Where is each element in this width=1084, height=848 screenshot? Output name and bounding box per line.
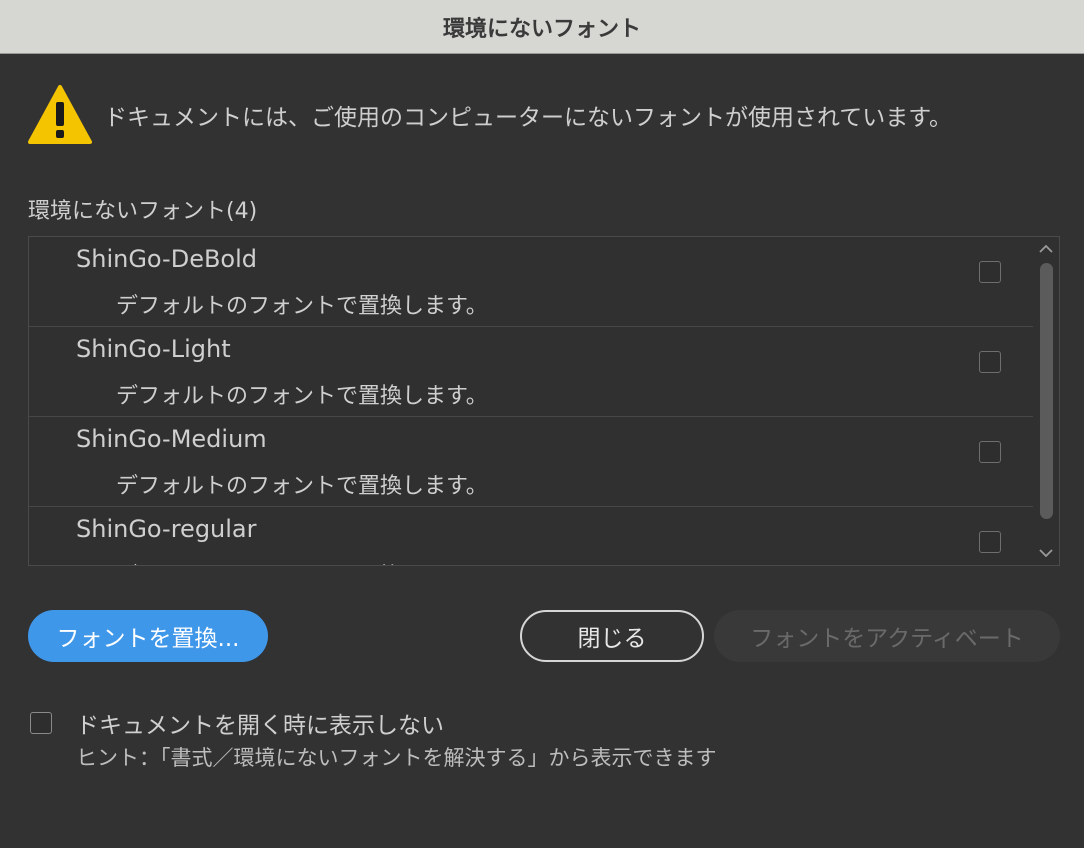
warning-triangle-icon (28, 85, 92, 144)
title-bar[interactable]: 環境にないフォント (0, 0, 1084, 54)
dont-show-label: ドキュメントを開く時に表示しない (76, 713, 444, 739)
font-replace-action: デフォルトのフォントで置換します。 (116, 558, 488, 565)
font-row[interactable]: ShinGo-Medium デフォルトのフォントで置換します。 (29, 417, 1034, 507)
font-name: ShinGo-Light (76, 335, 231, 363)
font-replace-action: デフォルトのフォントで置換します。 (116, 294, 488, 319)
font-name: ShinGo-regular (76, 515, 257, 543)
dont-show-on-open-option[interactable]: ドキュメントを開く時に表示しない (30, 706, 444, 740)
missing-fonts-list[interactable]: ShinGo-DeBold デフォルトのフォントで置換します。 ShinGo-L… (28, 236, 1060, 566)
font-replace-action: デフォルトのフォントで置換します。 (116, 384, 488, 409)
close-button[interactable]: 閉じる (520, 610, 704, 662)
font-row-checkbox[interactable] (979, 531, 1001, 553)
missing-fonts-label: 環境にないフォント(4) (28, 199, 258, 224)
activate-fonts-button[interactable]: フォントをアクティベート (714, 610, 1060, 662)
hint-text: ヒント：「書式／環境にないフォントを解決する」から表示できます (76, 746, 717, 770)
font-row-checkbox[interactable] (979, 351, 1001, 373)
replace-font-button[interactable]: フォントを置換... (28, 610, 268, 662)
warning-message-row: ドキュメントには、ご使用のコンピューターにないフォントが使用されています。 (28, 84, 1068, 146)
font-row[interactable]: ShinGo-regular デフォルトのフォントで置換します。 (29, 507, 1034, 565)
scroll-down-icon[interactable] (1033, 543, 1059, 563)
font-replace-action: デフォルトのフォントで置換します。 (116, 474, 488, 499)
list-scrollbar[interactable] (1033, 237, 1059, 565)
dont-show-checkbox[interactable] (30, 712, 52, 734)
warning-text: ドキュメントには、ご使用のコンピューターにないフォントが使用されています。 (104, 105, 953, 131)
font-name: ShinGo-DeBold (76, 245, 258, 273)
font-name: ShinGo-Medium (76, 425, 267, 453)
font-row[interactable]: ShinGo-DeBold デフォルトのフォントで置換します。 (29, 237, 1034, 327)
font-row-checkbox[interactable] (979, 261, 1001, 283)
font-row-checkbox[interactable] (979, 441, 1001, 463)
scroll-up-icon[interactable] (1033, 239, 1059, 259)
scrollbar-thumb[interactable] (1040, 263, 1053, 519)
window-title: 環境にないフォント (442, 16, 641, 42)
font-row[interactable]: ShinGo-Light デフォルトのフォントで置換します。 (29, 327, 1034, 417)
